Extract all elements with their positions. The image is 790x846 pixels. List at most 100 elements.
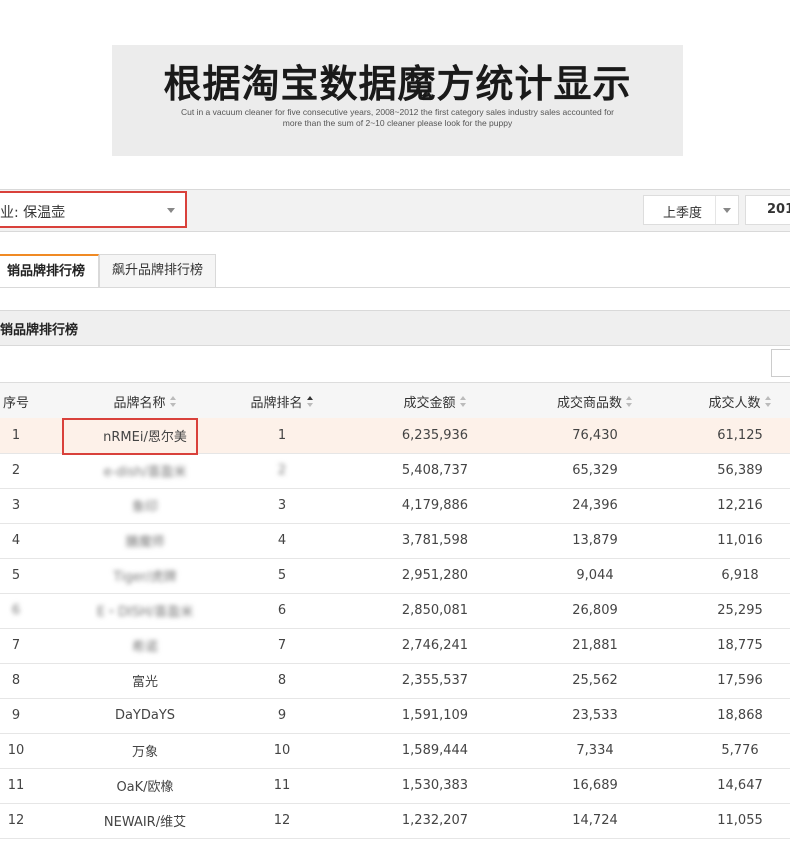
cell-amount: 2,746,241 <box>401 638 469 653</box>
cell-items: 65,329 <box>572 463 618 478</box>
sort-asc-icon <box>306 395 314 407</box>
chevron-down-icon <box>723 208 731 213</box>
cell-brand[interactable]: NEWAIR/维艾 <box>40 803 250 838</box>
cell-no: 4 <box>11 533 21 548</box>
cell-amount: 1,232,207 <box>401 813 469 828</box>
table-row[interactable]: 2 e-dish/喜盈米 2 5,408,737 65,329 56,389 <box>0 453 790 489</box>
cell-buyers: 56,389 <box>717 463 763 478</box>
cell-brand[interactable]: 象印 <box>40 488 250 523</box>
cell-brand[interactable]: DaYDaYS <box>40 698 250 733</box>
cell-rank: 1 <box>277 428 287 443</box>
cell-brand[interactable]: 膳魔师 <box>40 523 250 558</box>
cell-no: 9 <box>11 708 21 723</box>
sort-icon <box>764 395 772 407</box>
cell-items: 14,724 <box>572 813 618 828</box>
year-select-label: 201 <box>767 202 790 217</box>
cell-rank: 9 <box>277 708 287 723</box>
col-header-no: 序号 <box>0 383 32 419</box>
cell-no: 1 <box>11 428 21 443</box>
cell-buyers: 61,125 <box>717 428 763 443</box>
cell-buyers: 11,016 <box>717 533 763 548</box>
cell-buyers: 6,918 <box>721 568 759 583</box>
cell-buyers: 17,596 <box>717 673 763 688</box>
header-banner: 根据淘宝数据魔方统计显示 Cut in a vacuum cleaner for… <box>112 45 683 156</box>
cell-rank: 4 <box>277 533 287 548</box>
cell-brand[interactable]: e-dish/喜盈米 <box>40 453 250 488</box>
cell-items: 76,430 <box>572 428 618 443</box>
section-header: 销品牌排行榜 <box>0 310 790 346</box>
cell-rank: 7 <box>277 638 287 653</box>
cell-items: 9,044 <box>576 568 614 583</box>
cell-buyers: 11,055 <box>717 813 763 828</box>
table-row[interactable]: 6 E・DISH/喜盈米 6 2,850,081 26,809 25,295 <box>0 593 790 629</box>
sort-icon <box>626 395 633 407</box>
cell-buyers: 5,776 <box>721 743 759 758</box>
tab-rising-brands[interactable]: 飙升品牌排行榜 <box>99 254 216 288</box>
cell-buyers: 25,295 <box>717 603 763 618</box>
table-row[interactable]: 3 象印 3 4,179,886 24,396 12,216 <box>0 488 790 524</box>
col-header-items[interactable]: 成交商品数 <box>510 383 680 419</box>
cell-items: 7,334 <box>576 743 614 758</box>
cell-amount: 1,589,444 <box>401 743 469 758</box>
col-header-brand[interactable]: 品牌名称 <box>40 383 250 419</box>
period-dropdown-toggle[interactable] <box>715 196 738 224</box>
cell-items: 16,689 <box>572 778 618 793</box>
cell-no: 11 <box>7 778 25 793</box>
cell-amount: 2,951,280 <box>401 568 469 583</box>
col-header-label: 成交商品数 <box>556 395 622 411</box>
cell-rank: 11 <box>273 778 291 793</box>
year-select[interactable]: 201 <box>745 195 790 225</box>
banner-title: 根据淘宝数据魔方统计显示 <box>163 62 632 106</box>
cell-items: 23,533 <box>572 708 618 723</box>
cell-brand[interactable]: 万象 <box>40 733 250 768</box>
cell-no: 3 <box>11 498 21 513</box>
cell-no: 8 <box>11 673 21 688</box>
cell-rank: 3 <box>277 498 287 513</box>
table-search-input[interactable] <box>771 349 790 377</box>
cell-amount: 3,781,598 <box>401 533 469 548</box>
table-row[interactable]: 12 NEWAIR/维艾 12 1,232,207 14,724 11,055 <box>0 803 790 839</box>
cell-rank: 10 <box>273 743 291 758</box>
cell-buyers: 14,647 <box>717 778 763 793</box>
sort-icon <box>169 395 177 407</box>
col-header-amount[interactable]: 成交金额 <box>340 383 530 419</box>
col-header-rank[interactable]: 品牌排名 <box>232 383 332 419</box>
cell-amount: 1,591,109 <box>401 708 469 723</box>
table-row[interactable]: 5 Tiger/虎牌 5 2,951,280 9,044 6,918 <box>0 558 790 594</box>
cell-brand[interactable]: OaK/欧橡 <box>40 768 250 803</box>
tab-divider <box>0 287 790 288</box>
cell-no: 6 <box>11 603 21 618</box>
col-header-label: 品牌名称 <box>113 395 166 411</box>
industry-select-label: 业: 保温壶 <box>0 205 66 221</box>
table-row[interactable]: 9 DaYDaYS 9 1,591,109 23,533 18,868 <box>0 698 790 734</box>
table-row[interactable]: 10 万象 10 1,589,444 7,334 5,776 <box>0 733 790 769</box>
industry-select[interactable]: 业: 保温壶 <box>0 191 187 228</box>
cell-no: 10 <box>7 743 25 758</box>
cell-no: 2 <box>11 463 21 478</box>
cell-brand[interactable]: 希诺 <box>40 628 250 663</box>
cell-rank: 6 <box>277 603 287 618</box>
section-title: 销品牌排行榜 <box>0 323 79 338</box>
cell-items: 13,879 <box>572 533 618 548</box>
cell-items: 26,809 <box>572 603 618 618</box>
cell-items: 24,396 <box>572 498 618 513</box>
cell-brand[interactable]: Tiger/虎牌 <box>40 558 250 593</box>
table-row[interactable]: 8 富光 8 2,355,537 25,562 17,596 <box>0 663 790 699</box>
cell-amount: 4,179,886 <box>401 498 469 513</box>
cell-amount: 5,408,737 <box>401 463 469 478</box>
cell-brand[interactable]: E・DISH/喜盈米 <box>40 593 250 628</box>
tab-hot-brands[interactable]: 销品牌排行榜 <box>0 254 99 288</box>
cell-no: 7 <box>11 638 21 653</box>
cell-rank: 2 <box>277 463 287 478</box>
period-select[interactable]: 上季度 <box>643 195 739 225</box>
table-row[interactable]: 11 OaK/欧橡 11 1,530,383 16,689 14,647 <box>0 768 790 804</box>
cell-buyers: 12,216 <box>717 498 763 513</box>
cell-brand[interactable]: 富光 <box>40 663 250 698</box>
period-select-label: 上季度 <box>663 206 703 221</box>
col-header-label: 序号 <box>2 395 29 411</box>
table-row[interactable]: 4 膳魔师 4 3,781,598 13,879 11,016 <box>0 523 790 559</box>
chevron-down-icon <box>167 208 175 213</box>
cell-rank: 5 <box>277 568 287 583</box>
col-header-buyers[interactable]: 成交人数 <box>680 383 790 419</box>
table-row[interactable]: 7 希诺 7 2,746,241 21,881 18,775 <box>0 628 790 664</box>
